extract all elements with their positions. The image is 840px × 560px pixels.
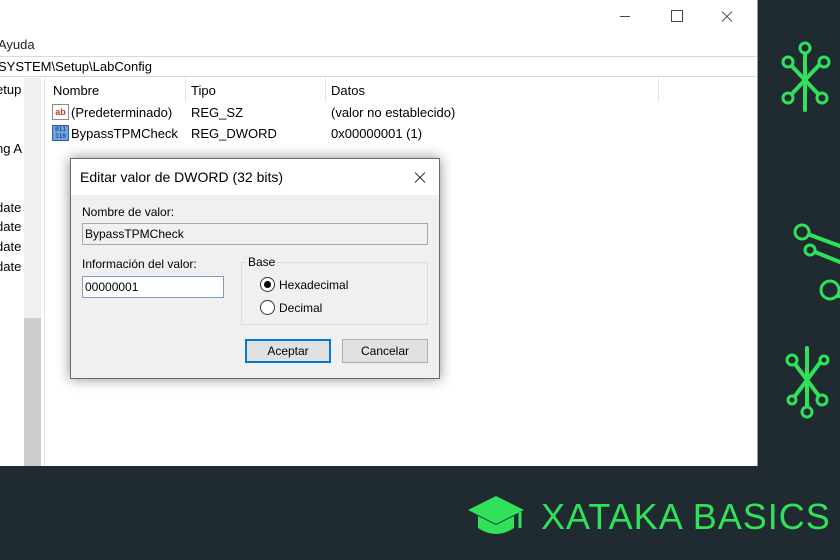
graduation-cap-icon [468,496,524,534]
base-groupbox [241,262,428,325]
table-row[interactable]: 011 110 BypassTPMCheck REG_DWORD 0x00000… [49,123,757,144]
tree-scrollbar-thumb[interactable] [24,318,41,466]
title-bar [0,0,757,34]
radio-decimal-label[interactable]: Decimal [279,301,322,315]
string-value-icon: ab [52,104,69,120]
radio-hexadecimal-label[interactable]: Hexadecimal [279,278,348,292]
close-icon[interactable] [704,0,750,34]
binary-value-icon: 011 110 [52,125,69,141]
tree-item[interactable]: date [0,259,21,274]
maximize-icon[interactable] [653,0,699,34]
column-header-type[interactable]: Tipo [191,83,216,98]
column-divider[interactable] [185,78,186,102]
cancel-button[interactable]: Cancelar [342,339,428,363]
value-name-label: Nombre de valor: [82,205,175,219]
value-name-field: BypassTPMCheck [82,223,428,245]
menu-bar: Ayuda [0,34,757,56]
list-header: Nombre Tipo Datos [49,78,757,102]
base-label: Base [246,255,278,269]
tree-item[interactable]: date [0,239,21,254]
value-name: (Predeterminado) [71,105,173,120]
value-data: 0x00000001 (1) [331,126,423,141]
column-divider[interactable] [325,78,326,102]
ok-button[interactable]: Aceptar [245,339,331,363]
value-data-input[interactable] [82,276,224,298]
edit-dword-dialog: Editar valor de DWORD (32 bits) Nombre d… [70,158,440,379]
value-type: REG_DWORD [191,126,277,141]
radio-decimal[interactable] [260,300,275,315]
tree-item[interactable]: ng A [0,141,22,156]
value-name: BypassTPMCheck [71,126,178,141]
decorative-strip [758,0,840,466]
dialog-title: Editar valor de DWORD (32 bits) [80,169,284,185]
circuit-decoration-icon [781,41,840,419]
column-divider[interactable] [658,78,659,102]
tree-item[interactable]: date [0,219,21,234]
column-header-data[interactable]: Datos [331,83,365,98]
value-data: (valor no establecido) [331,105,456,120]
dialog-title-bar: Editar valor de DWORD (32 bits) [71,159,439,195]
minimize-icon[interactable] [602,0,648,34]
radio-hexadecimal[interactable] [260,277,275,292]
close-icon[interactable] [405,163,435,191]
column-header-name[interactable]: Nombre [53,83,99,98]
address-bar[interactable]: SYSTEM\Setup\LabConfig [0,56,757,77]
address-path: SYSTEM\Setup\LabConfig [0,59,152,74]
tree-item[interactable]: date [0,200,21,215]
tree-item[interactable]: etup [0,82,21,97]
value-type: REG_SZ [191,105,244,120]
value-data-label: Información del valor: [82,257,197,271]
table-row[interactable]: ab (Predeterminado) REG_SZ (valor no est… [49,102,757,123]
menu-help[interactable]: Ayuda [0,37,35,52]
brand-logo-text: XATAKA BASICS [541,496,831,537]
